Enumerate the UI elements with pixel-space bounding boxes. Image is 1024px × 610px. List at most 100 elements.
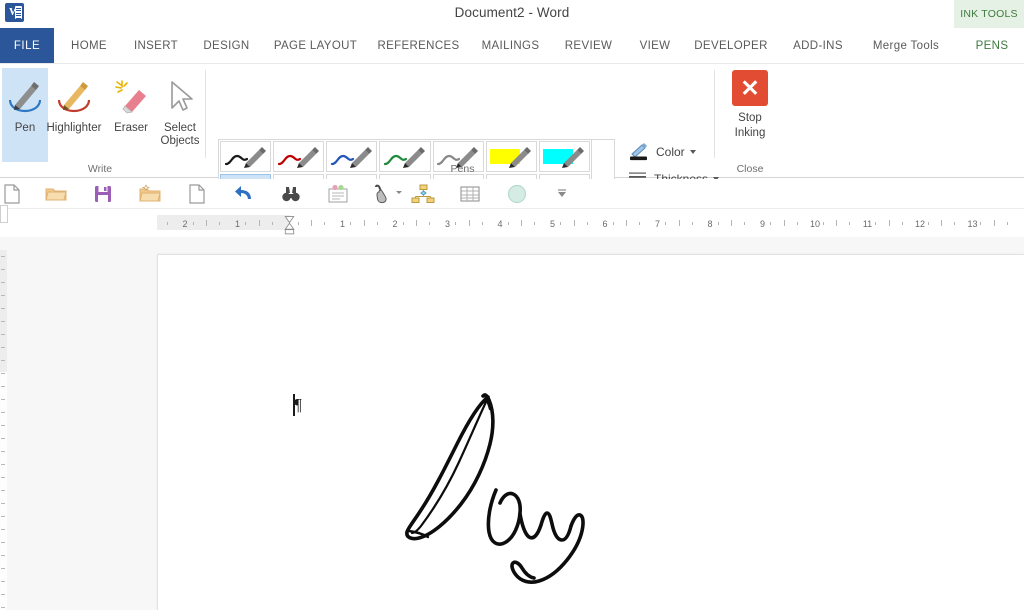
stop-inking-button[interactable]: ✕ Stop Inking [722,70,778,141]
ruler-mark-4: 4 [497,219,503,229]
ruler-mark-10: 10 [809,219,821,229]
ruler-tick [508,222,509,225]
ruler-tab-selector[interactable] [0,205,8,223]
vertical-ruler-tick [1,347,5,348]
ruler-tick [692,222,693,225]
eraser-button[interactable]: Eraser [108,68,154,162]
click-action-icon[interactable] [370,182,394,206]
ruler-tick [626,220,627,226]
ruler-tick [455,222,456,225]
ruler-tick [823,222,824,225]
org-chart-icon[interactable] [411,182,435,206]
stop-inking-label-line2: Inking [734,127,766,139]
vertical-ruler-tick [1,503,5,504]
ribbon-tab-insert[interactable]: INSERT [126,28,186,64]
vertical-ruler-tick [1,308,5,309]
ruler-mark-3: 3 [444,219,451,229]
pen-color-button[interactable]: Color [628,140,696,164]
ruler-mark-5: 5 [549,219,556,229]
pen-label: Pen [14,122,36,134]
ruler-tick [364,220,365,226]
ruler-tick [902,222,903,225]
group-separator-write-pens [205,70,206,158]
click-action-dropdown-arrow[interactable] [396,191,402,194]
ruler-tick [665,222,666,225]
ribbon-tab-file[interactable]: FILE [0,28,54,64]
ribbon-tab-add-ins[interactable]: ADD-INS [784,28,852,64]
vertical-ruler-tick [1,334,5,335]
horizontal-ruler[interactable]: 2 1 1 2 3 4 5 6 7 8 9 10 11 12 13 [0,210,1024,236]
ruler-tick [429,222,430,225]
ruler-tick [679,220,680,226]
ruler-tick [324,222,325,225]
ribbon-tab-view[interactable]: VIEW [629,28,681,64]
ruler-mark-8: 8 [707,219,713,229]
ribbon-tab-page-layout[interactable]: PAGE LAYOUT [267,28,364,64]
vertical-ruler-tick [1,399,5,400]
vertical-ruler-tick [1,555,5,556]
date-stamp-icon[interactable] [326,182,350,206]
ruler-tick [574,220,575,226]
vertical-ruler-tick [1,438,5,439]
ruler-mark-7: 7 [654,219,661,229]
first-line-indent-marker[interactable] [284,213,295,237]
ruler-mark-left-1: 1 [234,219,241,229]
pen-color-dropdown-arrow[interactable] [689,150,696,154]
ruler-tick [521,220,522,226]
table-icon[interactable] [458,182,482,206]
vertical-ruler-tick [1,542,5,543]
ruler-tick [206,220,207,226]
find-icon[interactable] [279,182,303,206]
ribbon-tab-design[interactable]: DESIGN [194,28,259,64]
ruler-tick [167,222,168,225]
ribbon-tab-developer[interactable]: DEVELOPER [686,28,776,64]
ruler-mark-6: 6 [602,219,608,229]
eraser-label: Eraser [114,122,148,134]
pen-button[interactable]: Pen [2,68,48,162]
undo-icon[interactable] [232,182,256,206]
ruler-tick [298,222,299,225]
vertical-ruler-tick [1,516,5,517]
ruler-tick [613,222,614,225]
save-icon[interactable] [91,182,115,206]
select-objects-button[interactable]: Select Objects [155,68,205,162]
ink-signature-annotation[interactable] [395,382,605,607]
quick-access-toolbar [0,179,1024,209]
stop-inking-icon: ✕ [732,70,768,106]
vertical-ruler-tick [1,425,5,426]
ribbon-tab-review[interactable]: REVIEW [556,28,621,64]
ruler-mark-9: 9 [759,219,766,229]
new-folder-icon[interactable] [138,182,162,206]
ruler-tick [350,222,351,225]
ruler-tick [639,222,640,225]
ruler-tick [403,222,404,225]
ribbon-tab-home[interactable]: HOME [62,28,116,64]
ribbon-tab-mailings[interactable]: MAILINGS [473,28,548,64]
new-document-icon[interactable] [0,182,24,206]
ruler-tick [219,222,220,225]
shape-circle-icon[interactable] [505,182,529,206]
highlighter-button[interactable]: Highlighter [43,68,105,162]
ribbon-tab-references[interactable]: REFERENCES [372,28,465,64]
vertical-ruler-tick [1,607,5,608]
ruler-mark-11: 11 [862,219,873,229]
blank-page-icon[interactable] [185,182,209,206]
vertical-ruler-tick [1,386,5,387]
vertical-ruler[interactable] [0,250,7,610]
ribbon-tab-pens[interactable]: PENS [960,28,1024,64]
highlighter-label: Highlighter [46,122,102,134]
ribbon-tab-merge-tools[interactable]: Merge Tools [860,28,952,64]
ribbon-body: Pen Highlighter Eraser Select Objects Co… [0,64,1024,207]
group-label-write: Write [87,163,113,175]
open-folder-icon[interactable] [44,182,68,206]
ruler-tick [416,220,417,226]
ruler-tick [469,220,470,226]
pen-icon [5,72,45,120]
qat-overflow-icon[interactable] [550,182,574,206]
pen-color-icon [630,143,647,161]
ruler-tick [560,222,561,225]
contextual-group-label-ink-tools: INK TOOLS [954,0,1024,28]
vertical-ruler-tick [1,594,5,595]
word-application-window: W Document2 - Word INK TOOLS FILEHOME INS… [0,0,1024,610]
vertical-ruler-tick [1,256,5,257]
